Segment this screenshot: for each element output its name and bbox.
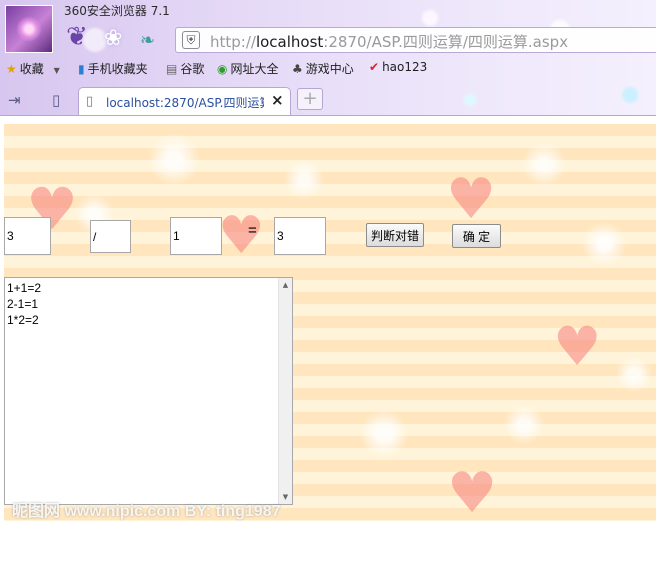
close-icon[interactable]: × [271,91,284,109]
history-item[interactable]: 2-1=1 [7,296,41,312]
answer-input[interactable] [274,217,326,255]
operand1-input[interactable] [4,217,51,255]
mobile-icon[interactable]: ▯ [52,91,60,109]
scroll-down-arrow-icon[interactable]: ▼ [279,493,292,501]
history-item[interactable]: 1*2=2 [7,312,41,328]
bookmark-google[interactable]: ▤ 谷歌 [166,60,204,77]
operand2-input[interactable] [170,217,222,255]
address-url[interactable]: http://localhost:2870/ASP.四则运算/四则运算.aspx [210,31,568,52]
bookmark-favorites[interactable]: ★ 收藏 ▼ [6,60,60,77]
phone-icon: ▮ [78,62,85,76]
shield-icon[interactable]: ⛨ [182,31,200,49]
bookmarks-bar: ★ 收藏 ▼ ▮ 手机收藏夹 ▤ 谷歌 ◉ 网址大全 ♣ 游戏中心 ✔ hao123 [0,56,656,80]
dropdown-arrow-icon[interactable]: ▼ [54,66,60,75]
address-bar[interactable]: ⛨ http://localhost:2870/ASP.四则运算/四则运算.as… [175,27,656,53]
bookmark-site-directory[interactable]: ◉ 网址大全 [217,60,279,77]
confirm-button[interactable]: 确 定 [452,224,501,248]
bookmark-game-center[interactable]: ♣ 游戏中心 [292,60,354,77]
gamepad-icon: ♣ [292,62,303,76]
tab-title: localhost:2870/ASP.四则运算/四则运算.aspx [106,96,264,110]
heart-decoration: ♥ [446,167,497,232]
browser-skin-thumbnail[interactable] [5,5,53,53]
chrome-divider [0,115,656,116]
scroll-up-arrow-icon[interactable]: ▲ [279,281,292,289]
heart-decoration: ♥ [447,461,498,522]
watermark-text: 昵图网 www.nipic.com BY: ting1987 [12,503,281,520]
browser-title: 360安全浏览器 7.1 [64,4,170,18]
flower-decoration [16,16,42,42]
heart-decoration: ♥ [553,315,602,378]
page-icon: ▯ [86,94,94,109]
new-tab-button[interactable]: + [297,88,323,110]
history-listbox[interactable]: 1+1=2 2-1=1 1*2=2 ▲ ▼ [4,277,293,505]
bookmark-mobile-favorites[interactable]: ▮ 手机收藏夹 [78,60,148,77]
vertical-scrollbar[interactable]: ▲ ▼ [278,278,292,504]
sprig-decoration: ❧ [140,30,156,51]
history-item[interactable]: 1+1=2 [7,280,41,296]
heart-decoration: ♥ [218,206,265,266]
hao123-icon: ✔ [369,60,380,74]
check-answer-button[interactable]: 判断对错 [366,223,424,247]
sidebar-toggle-icon[interactable]: ⇥ [8,91,21,109]
lavender-decoration: ❦ [66,22,88,52]
operator-input[interactable] [90,220,131,253]
page-icon: ▤ [166,62,178,76]
tab-active[interactable]: ▯ localhost:2870/ASP.四则运算/四则运算.aspx × [78,87,291,115]
butterfly-decoration: ❀ [104,26,123,51]
browser-chrome: ❦ ❀ ❧ 360安全浏览器 7.1 ⛨ http://localhost:28… [0,0,656,116]
globe-icon: ◉ [217,62,228,76]
star-icon: ★ [6,62,17,76]
history-list: 1+1=2 2-1=1 1*2=2 [7,280,41,328]
equals-sign: = [248,222,257,239]
tab-bar: ⇥ ▯ ▯ localhost:2870/ASP.四则运算/四则运算.aspx … [0,84,656,116]
bookmark-hao123[interactable]: ✔ hao123 [369,60,427,74]
